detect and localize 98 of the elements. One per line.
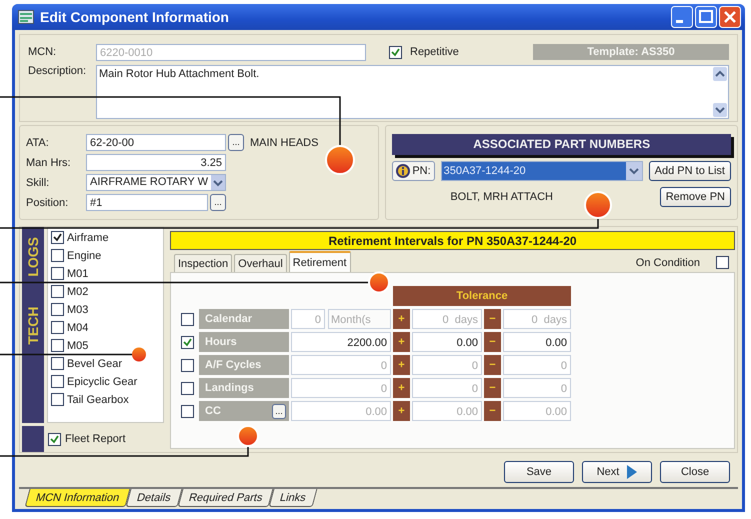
- interval-label: A/F Cycles: [205, 359, 262, 371]
- scroll-down-icon[interactable]: [713, 103, 727, 117]
- checkbox-label: Repetitive: [410, 46, 459, 58]
- browse-button[interactable]: ...: [228, 134, 244, 151]
- tab[interactable]: MCN Information: [24, 489, 131, 507]
- part-number-dropdown[interactable]: 350A37-1244-20: [440, 161, 643, 181]
- save-button[interactable]: Save: [504, 461, 574, 483]
- minus-label: −: [484, 401, 501, 421]
- tab[interactable]: Links: [268, 489, 318, 507]
- minus-label: −: [484, 378, 501, 398]
- checkbox-label: Epicyclic Gear: [67, 376, 138, 388]
- field-label: Description:: [27, 65, 88, 77]
- field-label: Position:: [26, 196, 70, 208]
- checkbox[interactable]: [51, 267, 64, 280]
- tab[interactable]: Required Parts: [177, 489, 274, 507]
- checkbox[interactable]: [181, 358, 194, 372]
- interval-value-field[interactable]: 2200.00: [291, 332, 391, 352]
- man-hours-field[interactable]: 3.25: [86, 154, 226, 171]
- window-icon: [18, 10, 34, 24]
- checkbox-label: M02: [67, 286, 88, 298]
- description-text: Main Rotor Hub Attachment Bolt.: [98, 67, 260, 82]
- checkbox[interactable]: [51, 393, 64, 406]
- checkbox[interactable]: [51, 375, 64, 388]
- checkbox-label: On Condition: [636, 257, 700, 269]
- scroll-up-icon[interactable]: [713, 67, 727, 81]
- checkbox-label: M03: [67, 304, 88, 316]
- tolerance-header: Tolerance: [393, 286, 571, 306]
- tab[interactable]: Overhaul: [234, 254, 287, 272]
- tolerance-field[interactable]: 0.00: [503, 332, 571, 352]
- plus-label: +: [393, 401, 410, 421]
- intervals-header: Retirement Intervals for PN 350A37-1244-20: [170, 231, 735, 250]
- checkbox[interactable]: [51, 303, 64, 316]
- minimize-icon[interactable]: [671, 6, 693, 28]
- checkbox-label: Engine: [67, 250, 102, 262]
- sidebar-block: [22, 426, 44, 452]
- plus-label: +: [393, 309, 410, 329]
- checkbox[interactable]: [716, 256, 729, 269]
- checkbox-label: Airframe: [67, 232, 109, 244]
- checkbox[interactable]: [181, 382, 194, 394]
- pn-info-button[interactable]: PN:: [392, 161, 435, 181]
- field-label: Skill:: [26, 176, 50, 188]
- checkbox[interactable]: [51, 357, 64, 370]
- minus-label: −: [484, 309, 501, 329]
- minus-label: −: [484, 332, 501, 352]
- checkbox[interactable]: [51, 321, 64, 334]
- template-label: Template: AS350: [533, 44, 729, 60]
- interval-label: CC: [205, 405, 221, 417]
- field-label: Man Hrs:: [26, 156, 72, 168]
- checkbox[interactable]: [51, 231, 64, 244]
- browse-button[interactable]: ...: [272, 404, 286, 418]
- section-header: ASSOCIATED PART NUMBERS: [392, 134, 731, 155]
- maximize-icon[interactable]: [695, 6, 717, 28]
- checkbox-label: M01: [67, 268, 88, 280]
- description-field[interactable]: Main Rotor Hub Attachment Bolt.: [96, 65, 729, 119]
- minus-label: −: [484, 355, 501, 375]
- part-description: BOLT, MRH ATTACH: [450, 191, 554, 203]
- callout-dot: [325, 145, 355, 175]
- window-title: Edit Component Information: [40, 9, 230, 25]
- tab[interactable]: Inspection: [174, 254, 232, 272]
- close-button[interactable]: Close: [660, 461, 730, 483]
- dropdown-arrow-icon: [211, 175, 225, 190]
- checkbox[interactable]: [389, 46, 402, 58]
- checkbox[interactable]: [181, 404, 194, 418]
- browse-button[interactable]: ...: [210, 194, 226, 211]
- info-icon: [396, 164, 410, 178]
- checkbox[interactable]: [181, 336, 194, 348]
- field-label: ATA:: [26, 136, 50, 148]
- next-button[interactable]: Next: [582, 461, 652, 483]
- checkbox-label: M04: [67, 322, 88, 334]
- checkbox[interactable]: [48, 432, 61, 446]
- checkbox-label: M05: [67, 340, 88, 352]
- checkbox[interactable]: [51, 249, 64, 262]
- plus-label: +: [393, 355, 410, 375]
- ata-description: MAIN HEADS: [250, 136, 318, 148]
- checkbox[interactable]: [51, 339, 64, 352]
- field-label: MCN:: [27, 46, 58, 58]
- checkbox[interactable]: [51, 285, 64, 298]
- remove-pn-button[interactable]: Remove PN: [660, 187, 731, 207]
- callout-dot: [132, 348, 146, 362]
- interval-label: Landings: [205, 382, 254, 394]
- tolerance-field[interactable]: 0.00: [412, 332, 482, 352]
- interval-label: Hours: [205, 336, 237, 348]
- tech-logs-bar: TECH LOGS: [22, 227, 44, 423]
- right-arrow-icon: [627, 465, 638, 479]
- checkbox-label: Bevel Gear: [67, 358, 122, 370]
- add-pn-button[interactable]: Add PN to List: [648, 161, 731, 181]
- checkbox[interactable]: [181, 312, 194, 326]
- plus-label: +: [393, 332, 410, 352]
- close-icon[interactable]: [719, 6, 741, 28]
- tab[interactable]: Details: [126, 489, 182, 507]
- checkbox-label: Tail Gearbox: [67, 394, 129, 406]
- tab[interactable]: Retirement: [288, 251, 351, 272]
- skill-dropdown[interactable]: AIRFRAME ROTARY W: [86, 174, 226, 191]
- interval-label: Calendar: [205, 313, 252, 325]
- position-field[interactable]: #1: [86, 194, 208, 211]
- checkbox-label: Fleet Report: [65, 433, 126, 445]
- ata-field[interactable]: 62-20-00: [86, 134, 226, 151]
- plus-label: +: [393, 378, 410, 398]
